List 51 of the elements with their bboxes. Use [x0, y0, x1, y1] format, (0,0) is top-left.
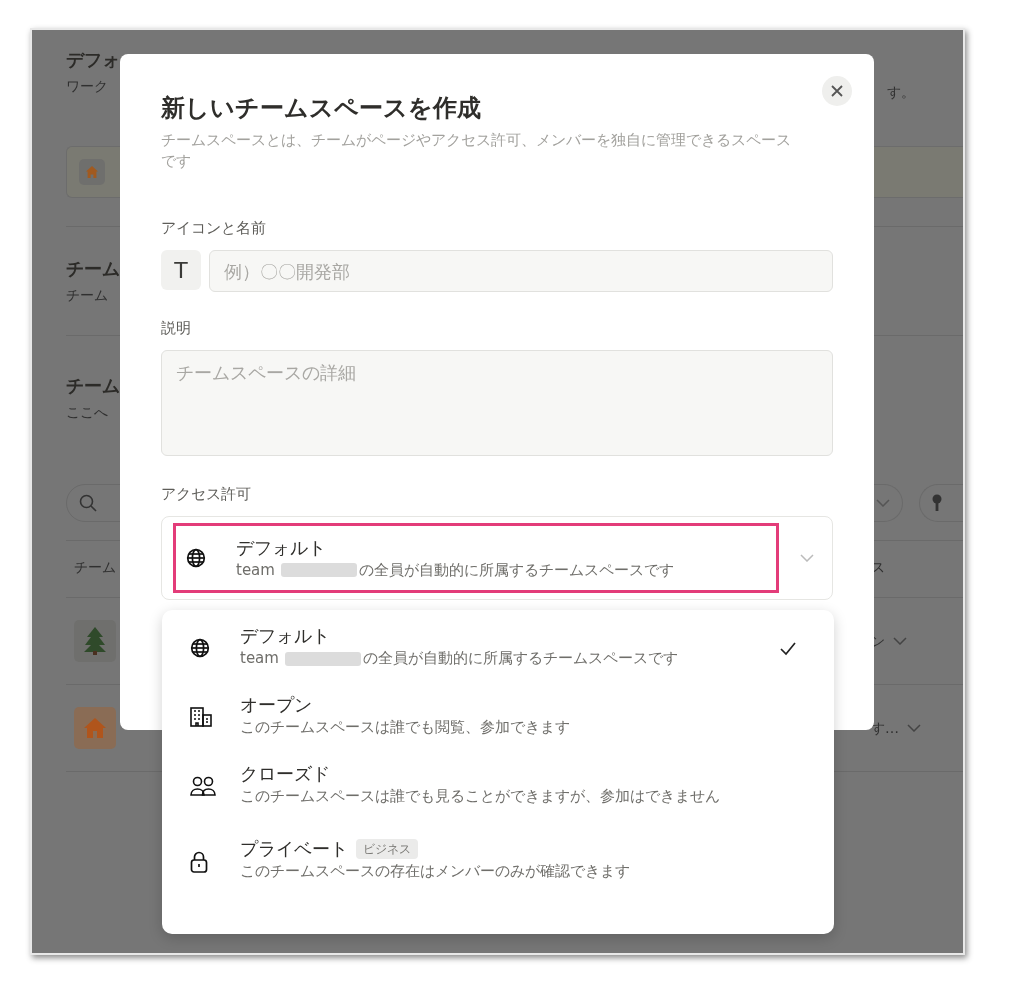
key-icon [932, 494, 942, 512]
section-title: チーム [66, 257, 120, 281]
option-title: デフォルト [240, 624, 330, 648]
option-description: このチームスペースは誰でも閲覧、参加できます [240, 717, 570, 738]
house-icon [84, 718, 106, 738]
column-header: チーム [73, 558, 116, 577]
chevron-down-icon [907, 724, 921, 732]
section-subtitle: チーム [66, 286, 109, 305]
option-title: デフォルト [236, 535, 326, 560]
option-description: の全員が自動的に所属するチームスペースです [362, 648, 678, 669]
field-label: アイコンと名前 [161, 218, 267, 238]
dialog-description: チームスペースとは、チームがページやアクセス許可、メンバーを独自に管理できるスペースです [161, 130, 791, 172]
dropdown-option[interactable]: デフォルト team の全員が自動的に所属するチームスペースです [190, 624, 812, 669]
section-subtitle: す。 [887, 83, 916, 102]
close-button[interactable] [822, 76, 852, 106]
option-description: team [240, 648, 279, 669]
globe-icon [190, 638, 210, 658]
option-description: team [236, 559, 275, 581]
dropdown-option[interactable]: クローズド このチームスペースは誰でも見ることができますが、参加はできません [190, 762, 812, 807]
plan-badge: ビジネス [356, 839, 418, 859]
option-title: オープン [240, 693, 312, 717]
field-label: アクセス許可 [161, 484, 252, 504]
dialog-title: 新しいチームスペースを作成 [161, 93, 482, 124]
chevron-down-icon [800, 554, 814, 562]
option-title: クローズド [240, 762, 330, 786]
option-description: このチームスペースは誰でも見ることができますが、参加はできません [240, 786, 720, 807]
close-icon [831, 85, 843, 97]
building-icon [190, 707, 212, 727]
section-subtitle: ここへ [66, 403, 109, 422]
section-subtitle: ワーク [66, 77, 109, 96]
section-title: デフォ [66, 48, 120, 72]
field-label: 説明 [161, 318, 192, 338]
lock-icon [190, 851, 208, 873]
dropdown-option[interactable]: プライベート ビジネス このチームスペースの存在はメンバーのみが確認できます [190, 837, 812, 882]
chevron-down-icon [893, 637, 907, 645]
search-icon [79, 494, 97, 512]
people-icon [190, 776, 216, 796]
option-description: の全員が自動的に所属するチームスペースです [358, 559, 674, 581]
description-input[interactable]: チームスペースの詳細 [161, 350, 833, 456]
access-select[interactable]: デフォルト team の全員が自動的に所属するチームスペースです [161, 516, 833, 600]
chevron-down-icon [876, 499, 890, 507]
tree-icon [84, 627, 106, 655]
house-icon [86, 166, 98, 178]
column-header: ス [871, 558, 886, 577]
option-description: このチームスペースの存在はメンバーのみが確認できます [240, 861, 630, 882]
dropdown-option[interactable]: オープン このチームスペースは誰でも閲覧、参加できます [190, 693, 812, 738]
name-input[interactable]: 例）〇〇開発部 [209, 250, 833, 292]
section-title: チーム [66, 374, 120, 398]
globe-icon [186, 548, 206, 568]
option-title: プライベート [240, 837, 348, 861]
icon-picker[interactable]: T [161, 250, 201, 290]
